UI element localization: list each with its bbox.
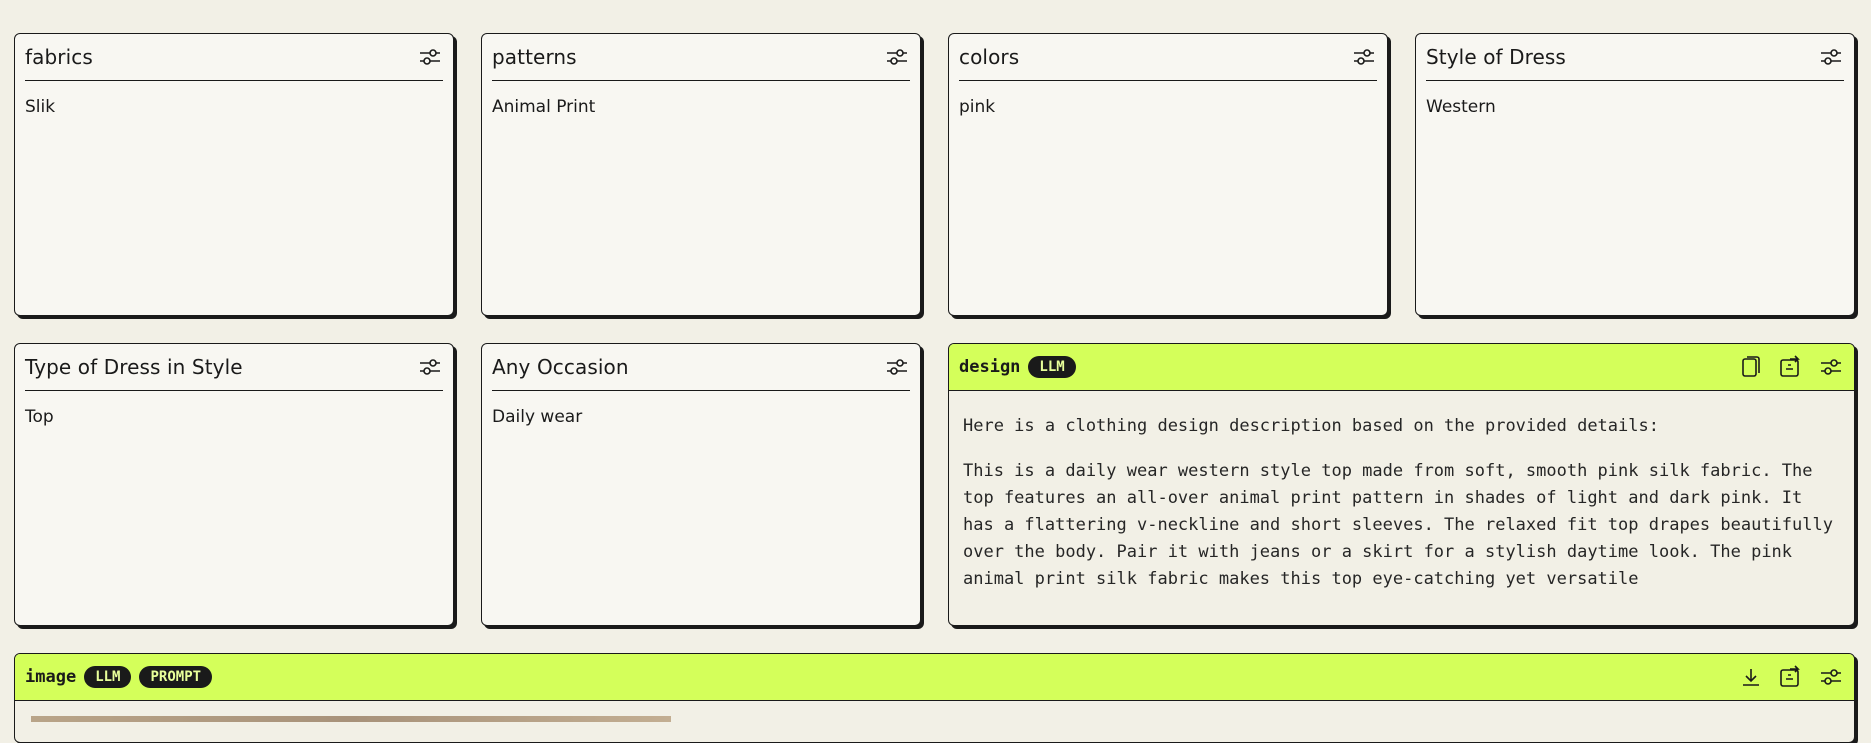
image-header: image LLM PROMPT [15,654,1854,701]
card-value: Animal Print [492,97,596,117]
share-icon[interactable] [1778,354,1804,380]
design-actions [1738,354,1844,380]
generated-image-preview [31,716,671,722]
image-actions [1738,664,1844,690]
card-value: Slik [25,97,56,117]
card-title: Style of Dress [1426,45,1566,69]
card-header: patterns [492,34,910,81]
card-title: patterns [492,45,577,69]
llm-badge: LLM [84,666,132,688]
card-title: Type of Dress in Style [25,355,243,379]
copy-icon[interactable] [1738,354,1764,380]
card-any-occasion: Any Occasion Daily wear [481,343,921,626]
image-title: image [25,667,77,687]
card-value: Western [1426,97,1496,117]
share-icon[interactable] [1778,664,1804,690]
sliders-icon[interactable] [1351,44,1377,70]
card-header: Any Occasion [492,344,910,391]
card-style-of-dress: Style of Dress Western [1415,33,1855,316]
sliders-icon[interactable] [884,354,910,380]
design-text: Here is a clothing design description ba… [949,391,1854,593]
card-header: colors [959,34,1377,81]
image-header-left: image LLM PROMPT [25,666,213,688]
card-patterns: patterns Animal Print [481,33,921,316]
sliders-icon[interactable] [884,44,910,70]
sliders-icon[interactable] [417,354,443,380]
design-paragraph: This is a daily wear western style top m… [963,461,1833,589]
card-title: fabrics [25,45,93,69]
design-paragraph: Here is a clothing design description ba… [963,416,1659,436]
card-value: Top [25,407,54,427]
llm-badge: LLM [1028,356,1076,378]
card-header: fabrics [25,34,443,81]
prompt-badge: PROMPT [139,666,213,688]
card-header: Type of Dress in Style [25,344,443,391]
card-title: Any Occasion [492,355,629,379]
design-header-left: design LLM [959,356,1076,378]
sliders-icon[interactable] [1818,664,1844,690]
card-type-of-dress: Type of Dress in Style Top [14,343,454,626]
sliders-icon[interactable] [1818,354,1844,380]
sliders-icon[interactable] [1818,44,1844,70]
design-card: design LLM Here is a clothing design des… [948,343,1855,626]
sliders-icon[interactable] [417,44,443,70]
card-header: Style of Dress [1426,34,1844,81]
card-value: pink [959,97,996,117]
image-card: image LLM PROMPT [14,653,1855,743]
card-colors: colors pink [948,33,1388,316]
card-title: colors [959,45,1020,69]
design-header: design LLM [949,344,1854,391]
design-title: design [959,357,1021,377]
download-icon[interactable] [1738,664,1764,690]
card-value: Daily wear [492,407,583,427]
card-fabrics: fabrics Slik [14,33,454,316]
